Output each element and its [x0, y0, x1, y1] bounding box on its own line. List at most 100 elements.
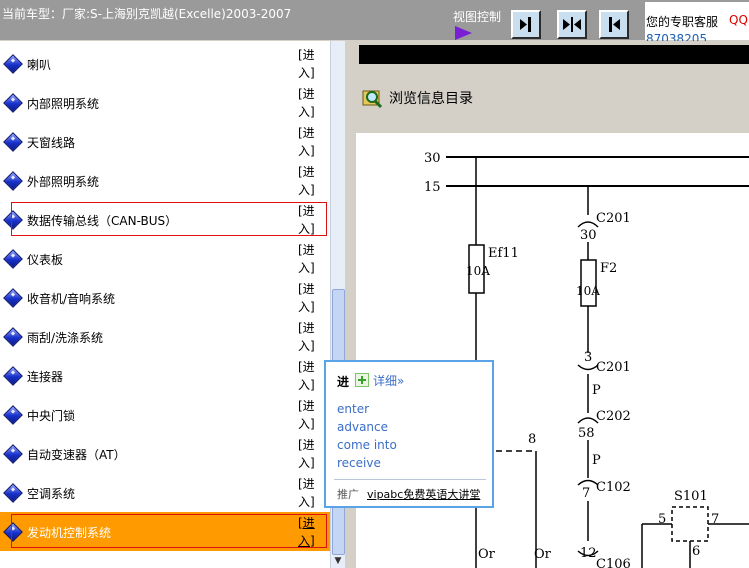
add-word-icon[interactable] — [355, 373, 369, 387]
system-list-item[interactable]: 喇叭 [进入] — [0, 44, 330, 83]
enter-link[interactable]: [进入] — [298, 436, 320, 472]
connector-c202: C202 — [596, 409, 631, 424]
fuse-rating-f2: 10A — [576, 284, 600, 298]
system-name[interactable]: 天窗线路 — [27, 134, 75, 151]
wire-color-or2: Or — [534, 547, 552, 562]
system-list-item[interactable]: 连接器 [进入] — [0, 356, 330, 395]
viewer-title-bar — [359, 45, 749, 64]
blue-diamond-icon — [3, 54, 23, 74]
enter-link[interactable]: [进入] — [298, 85, 320, 121]
enter-link[interactable]: [进入] — [298, 202, 320, 238]
current-car-model: 当前车型：厂家:S-上海别克凯越(Excelle)2003-2007 — [2, 7, 292, 21]
system-name[interactable]: 连接器 — [27, 368, 63, 385]
collapse-right-icon — [520, 17, 531, 32]
magnifier-folder-icon[interactable] — [362, 87, 384, 109]
enter-link[interactable]: [进入] — [298, 475, 320, 511]
system-list-item[interactable]: 雨刮/洗涤系统 [进入] — [0, 317, 330, 356]
blue-diamond-icon — [3, 249, 23, 269]
bus-label-15: 15 — [424, 180, 441, 195]
system-list-panel: 喇叭 [进入] 内部照明系统 [进入] 天窗线路 [进入] 外部照明系统 [进入] 数据传输总线… — [0, 41, 330, 568]
blue-diamond-icon — [3, 405, 23, 425]
system-list-item[interactable]: 自动变速器（AT） [进入] — [0, 434, 330, 473]
connector-c201-lower: C201 — [596, 360, 631, 375]
system-name[interactable]: 发动机控制系统 — [27, 524, 111, 541]
wire-color-p1: P — [592, 383, 601, 398]
enter-link[interactable]: [进入] — [298, 319, 320, 355]
system-name[interactable]: 仪表板 — [27, 251, 63, 268]
fuse-rating-ef11: 10A — [466, 264, 490, 278]
fuse-label-f2: F2 — [600, 261, 617, 276]
system-list-item[interactable]: 数据传输总线（CAN-BUS） [进入] — [0, 200, 330, 239]
popup-headword: 进 — [337, 375, 350, 389]
top-bar: 当前车型：厂家:S-上海别克凯越(Excelle)2003-2007 视图控制 … — [0, 0, 749, 46]
connector-pin-7: 7 — [582, 486, 590, 501]
popup-ad-prefix: 推广 — [337, 488, 359, 501]
connector-c102: C102 — [596, 480, 631, 495]
system-list-item[interactable]: 仪表板 [进入] — [0, 239, 330, 278]
split-view-icon — [563, 17, 581, 32]
customer-service-box: 您的专职客服 QQ 87038205 — [645, 2, 749, 46]
enter-link[interactable]: [进入] — [298, 163, 320, 199]
enter-link[interactable]: [进入] — [298, 280, 320, 316]
system-list-item[interactable]: 空调系统 [进入] — [0, 473, 330, 512]
blue-diamond-icon — [3, 171, 23, 191]
enter-link[interactable]: [进入] — [298, 241, 320, 277]
blue-diamond-icon — [3, 366, 23, 386]
view-control-label: 视图控制 — [453, 10, 502, 24]
popup-definition: come into — [337, 438, 397, 452]
system-list-item[interactable]: 外部照明系统 [进入] — [0, 161, 330, 200]
system-name[interactable]: 空调系统 — [27, 485, 75, 502]
enter-link[interactable]: [进入] — [298, 46, 320, 82]
browse-directory-link[interactable]: 浏览信息目录 — [389, 88, 473, 108]
enter-link[interactable]: [进入] — [298, 514, 320, 550]
system-list-item[interactable]: 收音机/音响系统 [进入] — [0, 278, 330, 317]
popup-divider — [334, 479, 486, 480]
popup-ad-link[interactable]: vipabc免费英语大讲堂 — [367, 486, 480, 502]
scroll-down-arrow-icon[interactable]: ▼ — [332, 555, 344, 567]
view-split-button[interactable] — [557, 10, 587, 39]
popup-definition: advance — [337, 420, 389, 434]
splice-pin-6: 6 — [692, 544, 700, 559]
collapse-left-icon — [609, 17, 620, 32]
system-list-item[interactable]: 中央门锁 [进入] — [0, 395, 330, 434]
view-control-arrow-icon — [455, 26, 472, 40]
system-list-item[interactable]: 发动机控制系统 [进入] — [0, 512, 330, 551]
system-name[interactable]: 喇叭 — [27, 56, 51, 73]
system-name[interactable]: 外部照明系统 — [27, 173, 99, 190]
connector-pin-30: 30 — [580, 228, 597, 243]
system-name[interactable]: 中央门锁 — [27, 407, 75, 424]
system-name[interactable]: 雨刮/洗涤系统 — [27, 329, 103, 346]
customer-service-label: 您的专职客服 — [646, 15, 719, 29]
enter-link[interactable]: [进入] — [298, 397, 320, 433]
customer-service-qq-link[interactable]: QQ — [729, 13, 748, 27]
popup-definition: receive — [337, 456, 381, 470]
blue-diamond-icon — [3, 132, 23, 152]
switch-pin-8: 8 — [528, 432, 536, 447]
system-list-item[interactable]: 内部照明系统 [进入] — [0, 83, 330, 122]
blue-diamond-icon — [3, 288, 23, 308]
system-name[interactable]: 数据传输总线（CAN-BUS） — [27, 212, 177, 229]
system-name[interactable]: 收音机/音响系统 — [27, 290, 115, 307]
system-list-item[interactable]: 天窗线路 [进入] — [0, 122, 330, 161]
system-name[interactable]: 自动变速器（AT） — [27, 446, 126, 463]
bus-label-30: 30 — [424, 151, 441, 166]
blue-diamond-icon — [3, 210, 23, 230]
dictionary-popup: 进 详细» enter advance come into receive 推广… — [324, 360, 494, 508]
blue-diamond-icon — [3, 522, 23, 542]
connector-c201-top: C201 — [596, 211, 631, 226]
connector-pin-58: 58 — [578, 426, 595, 441]
popup-definition: enter — [337, 402, 370, 416]
system-name[interactable]: 内部照明系统 — [27, 95, 99, 112]
splice-label: S101 — [674, 489, 708, 504]
blue-diamond-icon — [3, 93, 23, 113]
enter-link[interactable]: [进入] — [298, 358, 320, 394]
fuse-label-ef11: Ef11 — [488, 246, 519, 261]
blue-diamond-icon — [3, 483, 23, 503]
popup-detail-link[interactable]: 详细» — [373, 372, 404, 389]
view-left-pane-button[interactable] — [511, 10, 541, 39]
connector-c106: C106 — [596, 557, 631, 568]
enter-link[interactable]: [进入] — [298, 124, 320, 160]
blue-diamond-icon — [3, 444, 23, 464]
wire-color-or1: Or — [478, 547, 496, 562]
view-right-pane-button[interactable] — [599, 10, 629, 39]
